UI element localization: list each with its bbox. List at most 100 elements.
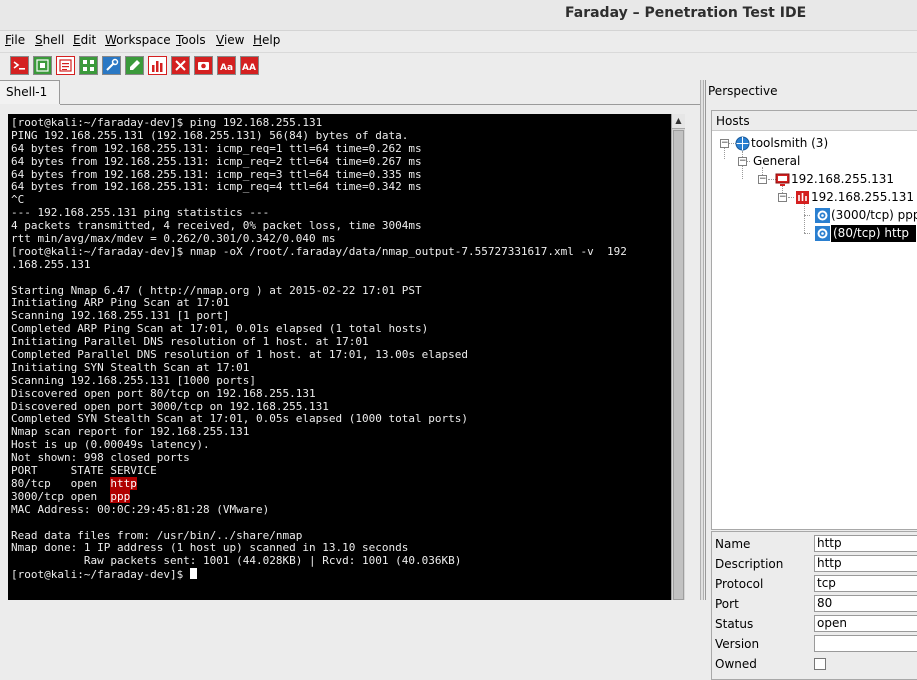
- plugin-button[interactable]: [33, 56, 52, 75]
- terminal-line: MAC Address: 00:0C:29:45:81:28 (VMware): [11, 502, 270, 516]
- collapse-category-toggle[interactable]: −: [738, 157, 747, 166]
- menu-bar: File Shell Edit Workspace Tools View Hel…: [0, 31, 917, 51]
- tree-guide: [804, 203, 805, 233]
- grid-button[interactable]: [79, 56, 98, 75]
- tree-service[interactable]: (3000/tcp) ppp: [831, 207, 917, 224]
- properties-panel: Name http Description http Protocol tcp …: [711, 531, 917, 680]
- tab-shell-1[interactable]: Shell-1: [0, 80, 60, 104]
- property-row: Description http: [712, 554, 917, 574]
- property-label: Status: [715, 617, 754, 631]
- terminal-lines: [root@kali:~/faraday-dev]$ ping 192.168.…: [11, 116, 627, 581]
- tree-interface[interactable]: 192.168.255.131: [811, 189, 914, 206]
- protocol-field[interactable]: tcp: [814, 575, 917, 592]
- report-icon: [59, 59, 72, 72]
- menu-tools[interactable]: Tools: [176, 33, 206, 47]
- terminal-line: 64 bytes from 192.168.255.131: icmp_req=…: [11, 141, 422, 155]
- window-titlebar: Faraday – Penetration Test IDE: [0, 0, 917, 31]
- tree-guide: [804, 215, 810, 216]
- collapse-workspace-toggle[interactable]: −: [720, 139, 729, 148]
- terminal-scrollbar[interactable]: ▲: [671, 114, 685, 600]
- tree-guide: [788, 197, 794, 198]
- terminal-line: .168.255.131: [11, 257, 91, 271]
- property-row: Port 80: [712, 594, 917, 614]
- font-larger-button[interactable]: AA: [240, 56, 259, 75]
- cursor-icon: [189, 568, 197, 580]
- pane-splitter[interactable]: [700, 80, 704, 600]
- property-row: Owned: [712, 654, 917, 674]
- grid-icon: [83, 60, 94, 71]
- tool-button[interactable]: [102, 56, 121, 75]
- terminal-line: Scanning 192.168.255.131 [1000 ports]: [11, 373, 257, 387]
- edit-button[interactable]: [125, 56, 144, 75]
- property-row: Protocol tcp: [712, 574, 917, 594]
- terminal-prompt[interactable]: [root@kali:~/faraday-dev]$: [11, 568, 627, 581]
- scroll-up-icon[interactable]: ▲: [672, 114, 685, 129]
- property-row: Name http: [712, 534, 917, 554]
- hosts-tree-panel: Hosts − toolsmith (3) − General − 192.16…: [711, 110, 917, 530]
- terminal-line: 64 bytes from 192.168.255.131: icmp_req=…: [11, 154, 422, 168]
- status-field[interactable]: open: [814, 615, 917, 632]
- camera-button[interactable]: [194, 56, 213, 75]
- menu-shell[interactable]: Shell: [35, 33, 64, 47]
- collapse-host-toggle[interactable]: −: [758, 175, 767, 184]
- service-gear-icon: [815, 226, 830, 241]
- host-icon: [775, 173, 790, 186]
- property-label: Owned: [715, 657, 757, 671]
- port-state-text: 3000/tcp open: [11, 489, 111, 503]
- menu-view[interactable]: View: [216, 33, 244, 47]
- terminal-button[interactable]: [10, 56, 29, 75]
- tool-icon: [106, 58, 119, 71]
- property-label: Name: [715, 537, 751, 551]
- terminal-port-row: 3000/tcp open ppp: [11, 489, 627, 504]
- terminal-output[interactable]: [root@kali:~/faraday-dev]$ ping 192.168.…: [8, 114, 685, 600]
- menu-edit[interactable]: Edit: [73, 33, 96, 47]
- property-row: Status open: [712, 614, 917, 634]
- terminal-line: Discovered open port 80/tcp on 192.168.2…: [11, 386, 316, 400]
- name-field[interactable]: http: [814, 535, 917, 552]
- tree-workspace[interactable]: toolsmith (3): [751, 135, 828, 152]
- window-title: Faraday – Penetration Test IDE: [565, 5, 807, 21]
- report-button[interactable]: [56, 56, 75, 75]
- svg-text:Aa: Aa: [220, 63, 233, 73]
- tree-host[interactable]: 192.168.255.131: [791, 171, 894, 188]
- tree-service-selected[interactable]: (80/tcp) http: [831, 225, 916, 242]
- service-gear-icon: [815, 208, 830, 223]
- property-label: Port: [715, 597, 739, 611]
- terminal-line: [root@kali:~/faraday-dev]$ nmap -oX /roo…: [11, 244, 627, 258]
- menu-file[interactable]: File: [5, 33, 25, 47]
- svg-text:AA: AA: [242, 63, 256, 73]
- menu-help[interactable]: Help: [253, 33, 280, 47]
- port-field[interactable]: 80: [814, 595, 917, 612]
- terminal-line: 64 bytes from 192.168.255.131: icmp_req=…: [11, 180, 422, 194]
- font-smaller-button[interactable]: Aa: [217, 56, 236, 75]
- terminal-line: rtt min/avg/max/mdev = 0.262/0.301/0.342…: [11, 232, 336, 246]
- version-field[interactable]: [814, 635, 917, 652]
- menu-workspace[interactable]: Workspace: [105, 33, 171, 47]
- terminal-line: [root@kali:~/faraday-dev]$ ping 192.168.…: [11, 116, 323, 129]
- chart-icon: [152, 61, 163, 72]
- terminal-line: Initiating SYN Stealth Scan at 17:01: [11, 360, 250, 374]
- collapse-interface-toggle[interactable]: −: [778, 193, 787, 202]
- owned-checkbox[interactable]: [814, 658, 826, 670]
- tab-strip: Shell-1: [0, 80, 700, 106]
- camera-icon: [198, 62, 209, 70]
- perspective-title: Perspective: [708, 84, 778, 98]
- toolbar: Aa AA: [0, 52, 917, 81]
- font-smaller-icon: Aa: [220, 63, 233, 73]
- tree-category[interactable]: General: [753, 153, 800, 170]
- tree-guide: [724, 147, 725, 159]
- perspective-panel: Perspective Hosts − toolsmith (3) − Gene…: [705, 80, 917, 680]
- terminal-line: PING 192.168.255.131 (192.168.255.131) 5…: [11, 128, 409, 142]
- terminal-icon: [13, 61, 25, 70]
- edit-icon: [130, 60, 140, 70]
- terminal-line: Raw packets sent: 1001 (44.028KB) | Rcvd…: [11, 554, 462, 568]
- chart-button[interactable]: [148, 56, 167, 75]
- prompt-text: [root@kali:~/faraday-dev]$: [11, 568, 190, 582]
- settings-button[interactable]: [171, 56, 190, 75]
- property-label: Protocol: [715, 577, 764, 591]
- scrollbar-thumb[interactable]: [673, 130, 684, 600]
- tab-divider: [60, 104, 700, 105]
- description-field[interactable]: http: [814, 555, 917, 572]
